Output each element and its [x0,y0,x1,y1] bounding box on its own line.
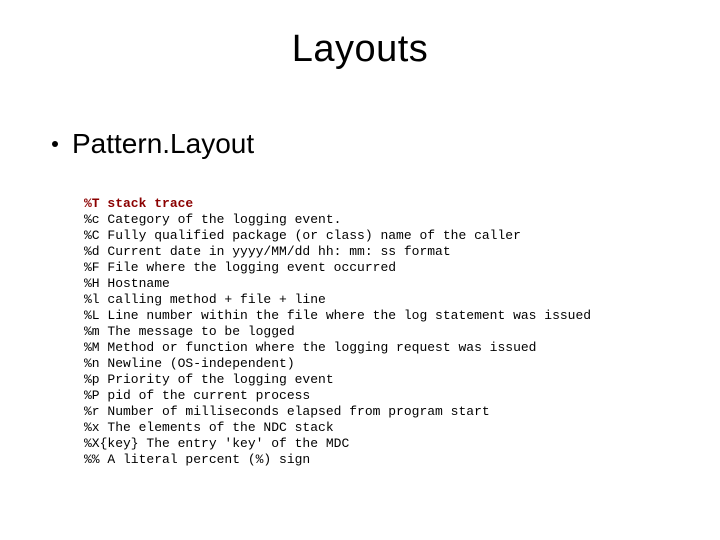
code-line: %d Current date in yyyy/MM/dd hh: mm: ss… [84,244,451,259]
slide-title: Layouts [0,0,720,71]
code-line: %P pid of the current process [84,388,310,403]
slide: Layouts Pattern.Layout %T stack trace %c… [0,0,720,540]
code-line: %r Number of milliseconds elapsed from p… [84,404,490,419]
code-line: %F File where the logging event occurred [84,260,396,275]
code-line: %m The message to be logged [84,324,295,339]
code-line: %C Fully qualified package (or class) na… [84,228,521,243]
code-line: %L Line number within the file where the… [84,308,591,323]
code-line: %M Method or function where the logging … [84,340,536,355]
code-line: %p Priority of the logging event [84,372,334,387]
code-line: %% A literal percent (%) sign [84,452,310,467]
code-line: %X{key} The entry 'key' of the MDC [84,436,349,451]
code-block: %T stack trace %c Category of the loggin… [84,196,591,468]
code-line: %x The elements of the NDC stack [84,420,334,435]
bullet-item: Pattern.Layout [52,130,254,158]
code-line: %l calling method + file + line [84,292,326,307]
bullet-text: Pattern.Layout [72,130,254,158]
code-line: %H Hostname [84,276,170,291]
bullet-dot-icon [52,141,58,147]
code-line: %n Newline (OS-independent) [84,356,295,371]
code-line: %c Category of the logging event. [84,212,341,227]
code-line: %T stack trace [84,196,193,211]
